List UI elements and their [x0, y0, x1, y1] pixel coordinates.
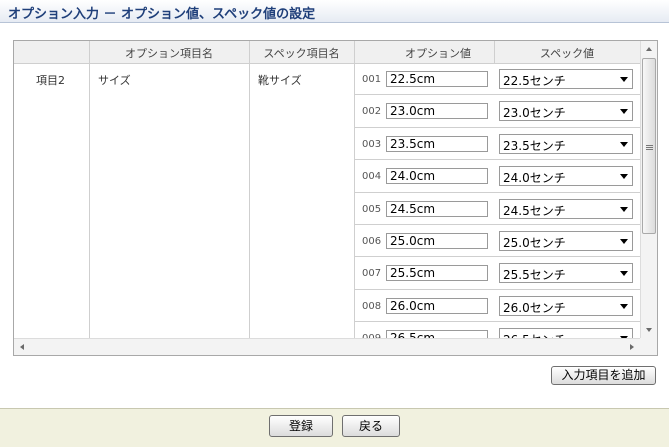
spec-value-text: 24.5センチ: [503, 203, 566, 218]
table-row: 008 26.0センチ: [14, 290, 640, 323]
column-divider: [494, 41, 495, 63]
dropdown-arrow-icon[interactable]: [620, 109, 628, 115]
option-value-input[interactable]: [386, 233, 488, 249]
scrollbar-corner: [640, 338, 657, 355]
header-option-item-name: オプション項目名: [125, 47, 213, 60]
horizontal-scrollbar[interactable]: [14, 338, 640, 355]
spec-value-select[interactable]: 25.5センチ: [499, 263, 633, 284]
option-value-input[interactable]: [386, 103, 488, 120]
row-number: 001: [362, 74, 382, 85]
window-title: オプション入力 － オプション値、スペック値の設定: [8, 7, 316, 22]
dropdown-arrow-icon[interactable]: [620, 141, 628, 147]
header-spec-item-name: スペック項目名: [263, 47, 340, 60]
row-number: 005: [362, 203, 382, 215]
option-value-input[interactable]: [386, 200, 488, 217]
scroll-up-arrow-icon[interactable]: [646, 47, 652, 51]
dropdown-arrow-icon[interactable]: [620, 77, 628, 82]
dropdown-arrow-icon[interactable]: [620, 206, 628, 212]
scroll-down-arrow-icon[interactable]: [646, 328, 652, 332]
add-input-item-button[interactable]: 入力項目を追加: [551, 366, 656, 385]
row-number: 006: [362, 236, 382, 247]
spec-value-text: 25.5センチ: [503, 268, 566, 283]
spec-value-select[interactable]: 24.0センチ: [499, 166, 633, 187]
window-titlebar: オプション入力 － オプション値、スペック値の設定: [0, 0, 669, 23]
spec-value-text: 25.0センチ: [503, 236, 566, 250]
spec-value-select[interactable]: 23.5センチ: [499, 133, 633, 154]
vertical-scrollbar[interactable]: [640, 41, 657, 338]
row-number: 008: [362, 300, 382, 312]
table-header: オプション項目名 スペック項目名 オプション値 スペック値: [14, 41, 640, 63]
grip-icon: [646, 145, 653, 146]
scroll-left-arrow-icon[interactable]: [20, 344, 24, 350]
spec-value-select[interactable]: 24.5センチ: [499, 198, 633, 219]
vertical-scroll-thumb[interactable]: [642, 58, 656, 234]
header-option-value: オプション値: [405, 47, 471, 60]
spec-value-select[interactable]: 26.0センチ: [499, 295, 633, 316]
table-row: 006 25.0センチ: [14, 225, 640, 258]
row-number: 003: [362, 138, 382, 150]
header-spec-value: スペック値: [539, 47, 595, 60]
option-value-input[interactable]: [386, 71, 488, 87]
spec-value-text: 23.5センチ: [503, 138, 566, 153]
spec-value-text: 22.5センチ: [503, 74, 566, 88]
spec-value-select[interactable]: 25.0センチ: [499, 231, 633, 251]
dropdown-arrow-icon[interactable]: [620, 271, 628, 277]
spec-value-text: 23.0センチ: [503, 106, 566, 121]
option-value-input[interactable]: [386, 135, 488, 152]
option-value-input[interactable]: [386, 297, 488, 314]
row-number: 004: [362, 171, 382, 183]
dropdown-arrow-icon[interactable]: [620, 303, 628, 309]
row-number: 002: [362, 106, 382, 118]
spec-value-text: 24.0センチ: [503, 171, 566, 186]
register-button[interactable]: 登録: [269, 415, 333, 437]
dropdown-arrow-icon[interactable]: [620, 174, 628, 180]
options-table-panel: オプション項目名 スペック項目名 オプション値 スペック値 項目2 サイズ 靴サ…: [13, 40, 658, 356]
table-row: 007 25.5センチ: [14, 257, 640, 290]
footer-bar: 登録 戻る: [0, 408, 669, 447]
spec-value-select[interactable]: 23.0センチ: [499, 101, 633, 122]
spec-value-select[interactable]: 22.5センチ: [499, 69, 633, 89]
table-row: 004 24.0センチ: [14, 160, 640, 193]
table-row: 005 24.5センチ: [14, 193, 640, 225]
back-button[interactable]: 戻る: [342, 415, 400, 437]
spec-value-text: 26.0センチ: [503, 300, 566, 315]
scroll-right-arrow-icon[interactable]: [630, 344, 634, 350]
option-value-input[interactable]: [386, 265, 488, 282]
table-row: 002 23.0センチ: [14, 95, 640, 128]
table-row: 001 22.5センチ: [14, 63, 640, 96]
dropdown-arrow-icon[interactable]: [620, 239, 628, 244]
option-value-input[interactable]: [386, 168, 488, 185]
table-row: 003 23.5センチ: [14, 128, 640, 161]
row-number: 007: [362, 268, 382, 280]
